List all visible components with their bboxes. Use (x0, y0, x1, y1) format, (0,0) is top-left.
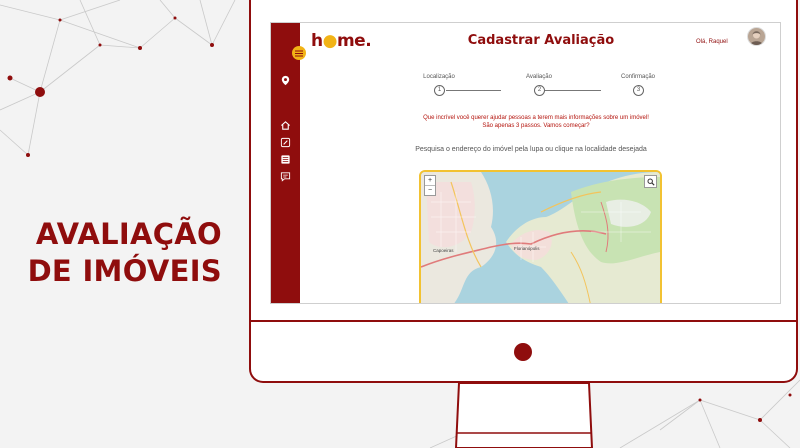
sidebar (271, 23, 300, 303)
menu-toggle-button[interactable] (292, 46, 306, 60)
user-greeting: Olá, Raquel (696, 39, 728, 45)
logo-prefix: h (311, 31, 323, 51)
intro-line-1: Que incrível você querer ajudar pessoas … (423, 115, 649, 121)
step-1-circle[interactable]: 1 (434, 85, 445, 96)
edit-icon[interactable] (280, 137, 291, 148)
search-icon (647, 178, 655, 186)
headline-line-1: AVALIAÇÃO (35, 217, 222, 251)
home-icon[interactable] (280, 120, 291, 131)
location-map[interactable]: + − Florianópolis Capoeiras (419, 170, 662, 303)
page-title: Cadastrar Avaliação (467, 33, 615, 48)
step-connector (545, 90, 601, 91)
step-connector (446, 90, 501, 91)
map-search-button[interactable] (644, 175, 657, 188)
power-button-icon (514, 343, 532, 361)
hamburger-icon (295, 50, 303, 56)
user-avatar[interactable] (747, 27, 766, 46)
app-screen: h●me. Cadastrar Avaliação Olá, Raquel Lo… (270, 22, 781, 304)
zoom-in-button[interactable]: + (425, 176, 435, 185)
logo-suffix: me. (336, 31, 372, 51)
intro-line-2: São apenas 3 passos. Vamos começar? (482, 123, 590, 129)
map-zoom-control: + − (424, 175, 436, 196)
chat-icon[interactable] (280, 171, 291, 182)
intro-text: Que incrível você querer ajudar pessoas … (401, 114, 671, 130)
step-2-circle[interactable]: 2 (534, 85, 545, 96)
map-district-label: Capoeiras (433, 248, 454, 253)
zoom-out-button[interactable]: − (425, 185, 435, 195)
headline: AVALIAÇÃO DE IMÓVEIS (0, 216, 222, 290)
monitor-bezel (249, 320, 798, 322)
logo-pin-icon: ● (322, 31, 338, 51)
app-logo[interactable]: h●me. (311, 31, 372, 51)
location-pin-icon (281, 75, 290, 86)
step-3-label: Confirmação (620, 74, 655, 80)
headline-line-2: DE IMÓVEIS (27, 254, 222, 288)
map-instruction: Pesquisa o endereço do imóvel pela lupa … (415, 146, 647, 153)
step-1-label: Localização (423, 74, 455, 80)
map-tiles (421, 172, 660, 303)
map-city-label: Florianópolis (514, 246, 540, 251)
list-icon[interactable] (280, 154, 291, 165)
step-3-circle[interactable]: 3 (633, 85, 644, 96)
monitor-stand (454, 383, 594, 448)
step-2-label: Avaliação (526, 74, 552, 80)
avatar-photo-icon (750, 31, 763, 45)
